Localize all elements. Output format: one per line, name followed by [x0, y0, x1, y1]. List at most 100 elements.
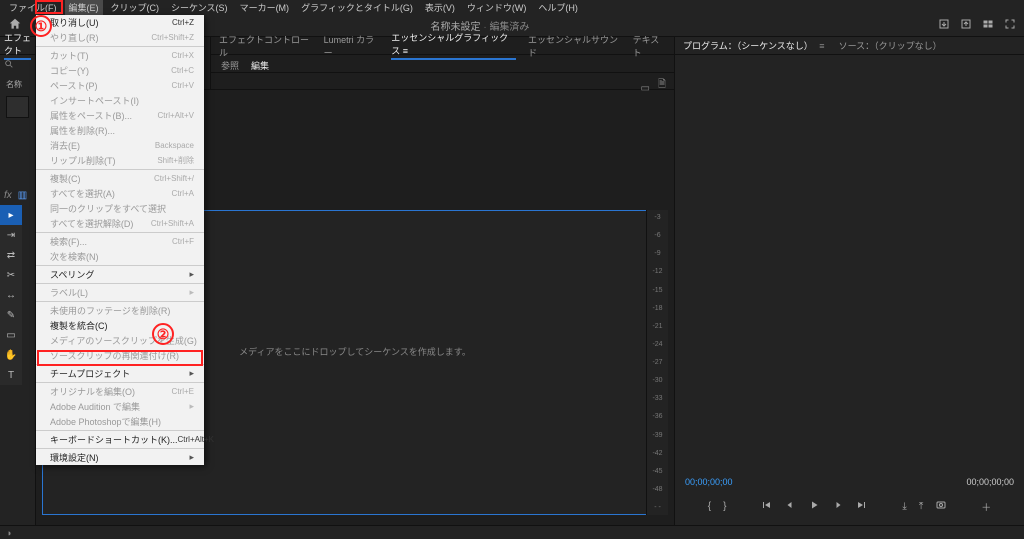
app-menubar: ファイル(F) 編集(E) クリップ(C)シーケンス(S) マーカー(M)グラフィック…: [0, 0, 1024, 15]
play-icon[interactable]: [808, 499, 820, 514]
program-column: プログラム：（シーケンスなし） ≡ ソース：（クリップなし） 00;00;00;…: [674, 37, 1024, 525]
menu-item-8[interactable]: ヘルプ(H): [534, 0, 582, 15]
fullscreen-icon[interactable]: [1004, 18, 1016, 33]
extract-icon[interactable]: ⤒: [919, 501, 923, 512]
meter-tick: -39: [647, 432, 668, 439]
import-icon[interactable]: [938, 18, 950, 33]
razor-tool-icon[interactable]: ✂: [0, 265, 22, 285]
edit-menu-item-shortcut: Ctrl+C: [171, 66, 194, 75]
list-header: 名称: [0, 73, 35, 92]
fx-toggle-row: fx ▥: [0, 187, 31, 203]
edit-menu-item-label: 検索(F)...: [50, 235, 87, 248]
edit-menu-item-13: すべてを選択(A)Ctrl+A: [36, 186, 204, 201]
meter-tick: -33: [647, 395, 668, 402]
lift-icon[interactable]: ⤓: [902, 501, 906, 512]
edit-menu-item-label: やり直し(R): [50, 31, 99, 44]
menu-separator: [36, 283, 204, 284]
ripple-tool-icon[interactable]: ⇄: [0, 245, 22, 265]
tab-source[interactable]: ソース：（クリップなし）: [839, 39, 942, 52]
status-indicator-icon: ◑: [6, 528, 11, 538]
export-frame-icon[interactable]: [935, 499, 947, 514]
menu-item-0[interactable]: ファイル(F): [5, 0, 61, 15]
pen-tool-icon[interactable]: ✎: [0, 305, 22, 325]
edit-menu-item-14: 同一のクリップをすべて選択: [36, 201, 204, 216]
menu-separator: [36, 232, 204, 233]
mark-in-icon[interactable]: {: [708, 501, 711, 512]
meter-tick: -3: [647, 214, 668, 221]
go-to-out-icon[interactable]: [856, 499, 868, 514]
tab-program[interactable]: プログラム：（シーケンスなし） ≡: [683, 39, 825, 52]
edit-menu-item-1: やり直し(R) Ctrl+Shift+Z: [36, 30, 204, 45]
meter-tick: -27: [647, 359, 668, 366]
edit-menu-item-35[interactable]: キーボードショートカット(K)...Ctrl+Alt+K: [36, 432, 204, 447]
edit-menu-item-label: 次を検索(N): [50, 250, 99, 263]
timecode-in[interactable]: 00;00;00;00: [685, 477, 733, 487]
edit-menu-item-33: Adobe Photoshopで編集(H): [36, 414, 204, 429]
meter-tick: -30: [647, 377, 668, 384]
effects-search[interactable]: [0, 55, 35, 73]
edit-menu-item-26: メディアのソースクリップを生成(G): [36, 333, 204, 348]
meter-tick: -42: [647, 450, 668, 457]
edit-menu-item-label: Adobe Photoshopで編集(H): [50, 415, 161, 428]
edit-menu-item-37[interactable]: 環境設定(N)▸: [36, 450, 204, 465]
step-forward-icon[interactable]: [832, 499, 844, 514]
menu-item-3[interactable]: シーケンス(S): [167, 0, 232, 15]
edit-menu-item-20[interactable]: スペリング▸: [36, 267, 204, 282]
eg-subtab-1[interactable]: 編集: [251, 59, 269, 72]
edit-menu-item-9: 消去(E)Backspace: [36, 138, 204, 153]
workspace-icon[interactable]: [982, 18, 994, 33]
edit-menu-item-8: 属性を削除(R)...: [36, 123, 204, 138]
selection-tool-icon[interactable]: ▸: [0, 205, 22, 225]
meter-tick: -18: [647, 305, 668, 312]
edit-menu-item-shortcut: Ctrl+Alt+V: [158, 111, 194, 120]
edit-menu-item-shortcut: Ctrl+Alt+K: [178, 435, 214, 444]
menu-item-7[interactable]: ウィンドウ(W): [463, 0, 531, 15]
transport-controls: { } ⤓ ⤒ ＋: [675, 487, 1024, 525]
edit-menu-item-3: カット(T)Ctrl+X: [36, 48, 204, 63]
meter-tick: - -: [647, 504, 668, 511]
edit-menu-item-shortcut: Ctrl+Shift+A: [151, 219, 194, 228]
edit-menu-dropdown: 取り消し(U)Ctrl+Zやり直し(R) Ctrl+Shift+Z カット(T)Ct…: [36, 15, 204, 465]
meter-tick: -6: [647, 232, 668, 239]
menu-separator: [36, 430, 204, 431]
edit-menu-item-18: 次を検索(N): [36, 249, 204, 264]
eg-subtabs: 参照編集: [211, 55, 674, 73]
export-icon[interactable]: [960, 18, 972, 33]
step-back-icon[interactable]: [784, 499, 796, 514]
fx-icon[interactable]: fx: [4, 190, 12, 201]
menu-item-5[interactable]: グラフィックとタイトル(G): [297, 0, 417, 15]
track-select-tool-icon[interactable]: ⇥: [0, 225, 22, 245]
menu-item-6[interactable]: 表示(V): [421, 0, 459, 15]
edit-menu-item-label: インサートペースト(I): [50, 94, 139, 107]
edit-menu-item-25[interactable]: 複製を統合(C): [36, 318, 204, 333]
edit-menu-item-0[interactable]: 取り消し(U)Ctrl+Z: [36, 15, 204, 30]
workspace-layout-icon[interactable]: ▥: [18, 190, 27, 201]
edit-menu-item-shortcut: Ctrl+F: [172, 237, 194, 246]
menu-item-2[interactable]: クリップ(C): [107, 0, 164, 15]
edit-menu-item-label: リップル削除(T): [50, 154, 116, 167]
edit-menu-item-shortcut: Ctrl+E: [172, 387, 194, 396]
type-tool-icon[interactable]: T: [0, 365, 22, 385]
meter-tick: -12: [647, 268, 668, 275]
meter-tick: -48: [647, 486, 668, 493]
button-editor-icon[interactable]: ＋: [981, 499, 991, 514]
rectangle-tool-icon[interactable]: ▭: [0, 325, 22, 345]
mark-out-icon[interactable]: }: [723, 501, 726, 512]
eg-subtab-0[interactable]: 参照: [221, 59, 239, 72]
menu-separator: [36, 46, 204, 47]
meter-tick: -45: [647, 468, 668, 475]
hand-tool-icon[interactable]: ✋: [0, 345, 22, 365]
go-to-in-icon[interactable]: [760, 499, 772, 514]
edit-menu-item-shortcut: Ctrl+A: [172, 189, 194, 198]
menu-separator: [36, 265, 204, 266]
program-monitor: [675, 55, 1024, 477]
edit-menu-item-shortcut: Ctrl+Shift+/: [154, 174, 194, 183]
edit-menu-item-shortcut: Ctrl+Shift+Z: [151, 33, 194, 42]
menu-item-4[interactable]: マーカー(M): [236, 0, 294, 15]
menu-item-1[interactable]: 編集(E): [65, 0, 103, 15]
edit-menu-item-29[interactable]: チームプロジェクト▸: [36, 366, 204, 381]
effects-list[interactable]: [6, 96, 29, 118]
slip-tool-icon[interactable]: ↔: [0, 285, 22, 305]
edit-menu-item-shortcut: Ctrl+X: [172, 51, 194, 60]
essential-graphics-tabs: エフェクトコントロールLumetri カラーエッセンシャルグラフィックス ≡エッ…: [211, 37, 674, 55]
